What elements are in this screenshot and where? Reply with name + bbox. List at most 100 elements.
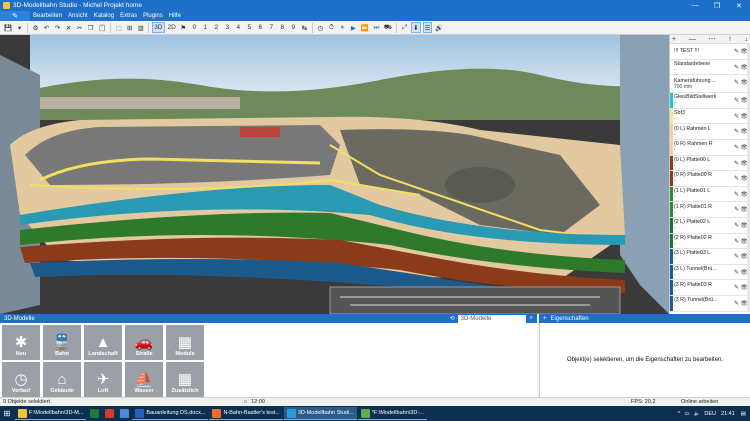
paste-icon[interactable]: 📋 [97,22,107,33]
layer-row[interactable]: (3 R) Platte03 R - ✎ 👁 [670,280,750,296]
taskbar-app[interactable] [117,407,131,420]
delete-icon[interactable]: ✕ [64,22,73,33]
play-icon[interactable]: ▶ [349,22,358,33]
layer-row[interactable]: (0 R) Platte00 R - ✎ 👁 [670,171,750,187]
refresh-icon[interactable]: ⟲ [450,315,455,322]
model-category-car[interactable]: 🚗 Straße [125,325,163,360]
zoom-fit-icon[interactable]: ⤢ [400,22,409,33]
add-icon[interactable]: + [543,316,547,322]
model-category-clock[interactable]: ◷ Verlauf [2,362,40,397]
layer-row[interactable]: (1 L) Platte01 L - ✎ 👁 [670,186,750,203]
taskbar-app[interactable]: N-Bahn-Bastler's test... [209,407,283,420]
taskbar-app[interactable] [102,407,116,420]
layer-row[interactable]: Standardebene - ✎ 👁 [670,59,750,76]
network-icon[interactable]: ▭ [684,411,689,417]
menu-katalog[interactable]: Katalog [91,13,117,19]
pin-icon[interactable]: ✎ [734,48,739,55]
model-category-sailboat[interactable]: ⛵ Wasser [125,362,163,397]
arrows-icon[interactable]: ↹ [300,22,309,33]
save-icon[interactable]: 💾 [3,22,13,33]
taskbar-app[interactable]: 3D-Modellbahn Studi... [283,407,357,420]
layer-row[interactable]: Sbf3- ✎ 👁 [670,108,750,125]
search-icon[interactable]: ⌕ [530,315,533,322]
pin-icon[interactable]: ✎ [734,284,739,291]
menu-extras[interactable]: Extras [117,13,140,19]
view-3d-button[interactable]: 3D [152,22,165,33]
pin-icon[interactable]: ✎ [734,175,739,182]
tile-icon[interactable]: ▥ [136,22,145,33]
menu-hilfe[interactable]: Hilfe [166,13,184,19]
layer-row[interactable]: !!! TEST !!! ✎ 👁 [670,44,750,60]
notification-icon[interactable]: ▤ [741,411,746,417]
pin-icon[interactable]: ✎ [734,160,739,167]
download-icon[interactable]: ⬇ [411,22,421,33]
timer-icon[interactable]: ⏱ [327,22,336,33]
pin-icon[interactable]: ✎ [734,113,739,120]
fast-forward-icon[interactable]: ⏩ [360,22,370,33]
language-indicator[interactable]: DEU [704,411,716,417]
model-category-tree[interactable]: ▲ Landschaft [84,325,122,360]
close-button[interactable]: ✕ [728,0,750,11]
number-button-2[interactable]: 2 [212,22,221,33]
pin-icon[interactable]: ✎ [734,191,739,198]
number-button-3[interactable]: 3 [223,22,232,33]
cut-icon[interactable]: ✂ [75,22,84,33]
model-category-house[interactable]: ⌂ Gebäude [43,362,81,397]
taskbar-app[interactable]: *F:\Modellbahn\3D-... [357,407,427,420]
number-button-0[interactable]: 0 [190,22,199,33]
align-icon[interactable]: ⊞ [125,22,134,33]
pin-icon[interactable]: ✎ [734,253,739,260]
taskbar-app[interactable] [87,407,101,420]
online-status[interactable]: Online arbeiten [681,399,726,405]
pen-menu-button[interactable]: ✎ [0,11,30,21]
redo-icon[interactable]: ↷ [53,22,62,33]
layer-row[interactable]: (2 R) Platte02 R - ✎ 👁 [670,233,750,250]
layer-row[interactable]: Kameraführung ... 700 mm ✎ 👁 [670,75,750,94]
move-layer-up-button[interactable]: ↑ [728,36,732,43]
layer-row[interactable]: GleisBildStellwerk - ✎ 👁 [670,93,750,109]
layer-row[interactable]: (3 L) Platte03 L - ✎ 👁 [670,249,750,265]
view-2d-button[interactable]: 2D [167,22,177,33]
layer-row[interactable]: (0 R) Rahmen R - ✎ 👁 [670,139,750,156]
remove-layer-button[interactable]: — [689,36,696,43]
camera-icon[interactable]: ⚑ [179,22,188,33]
layer-row[interactable]: (0 L) Rahmen L - ✎ 👁 [670,124,750,140]
menu-plugins[interactable]: Plugins [140,13,166,19]
pin-icon[interactable]: ✎ [734,222,739,229]
move-layer-down-button[interactable]: ↓ [744,36,748,43]
train-icon[interactable]: ⛟ [383,22,393,33]
menu-bearbeiten[interactable]: Bearbeiten [30,13,65,19]
layer-options-button[interactable]: ⋯ [709,35,716,43]
clock-icon[interactable]: ◷ [316,22,325,33]
skip-icon[interactable]: ⏭ [372,22,381,33]
pin-icon[interactable]: ✎ [734,79,739,86]
layer-row[interactable]: (3 L) Tunnel(Brü... - ✎ 👁 [670,264,750,281]
layer-row[interactable]: (3 R) Tunnel(Brü... - ✎ 👁 [670,295,750,312]
model-category-airplane[interactable]: ✈ Luft [84,362,122,397]
layer-row[interactable]: (2 L) Platte02 L - ✎ 👁 [670,217,750,234]
number-button-6[interactable]: 6 [256,22,265,33]
models-search-input[interactable]: 3D-Modelle durchsuchen [457,314,526,330]
number-button-7[interactable]: 7 [267,22,276,33]
number-button-1[interactable]: 1 [201,22,210,33]
sound-icon[interactable]: 🔊 [434,22,444,33]
settings-icon[interactable]: ⚙ [31,22,40,33]
start-button[interactable]: ⊞ [0,407,14,420]
pause-icon[interactable]: ⏸ [338,22,347,33]
model-category-snowflake[interactable]: ✱ Neu [2,325,40,360]
layers-icon[interactable]: ☰ [422,22,433,33]
3d-viewport[interactable] [0,35,669,314]
model-category-grid[interactable]: ▦ Zusätzlich [166,362,204,397]
pin-icon[interactable]: ✎ [734,206,739,213]
layer-row[interactable]: (0 L) Platte00 L - ✎ 👁 [670,155,750,172]
pin-icon[interactable]: ✎ [734,64,739,71]
undo-icon[interactable]: ↶ [42,22,51,33]
model-category-train[interactable]: 🚆 Bahn [43,325,81,360]
clock-display[interactable]: 21:41 [721,411,735,417]
volume-icon[interactable]: 🔈 [694,411,701,417]
number-button-8[interactable]: 8 [278,22,287,33]
pin-icon[interactable]: ✎ [734,300,739,307]
pin-icon[interactable]: ✎ [734,238,739,245]
copy-icon[interactable]: ❐ [86,22,95,33]
taskbar-app[interactable]: Bauanleitung DS.docx... [132,407,209,420]
